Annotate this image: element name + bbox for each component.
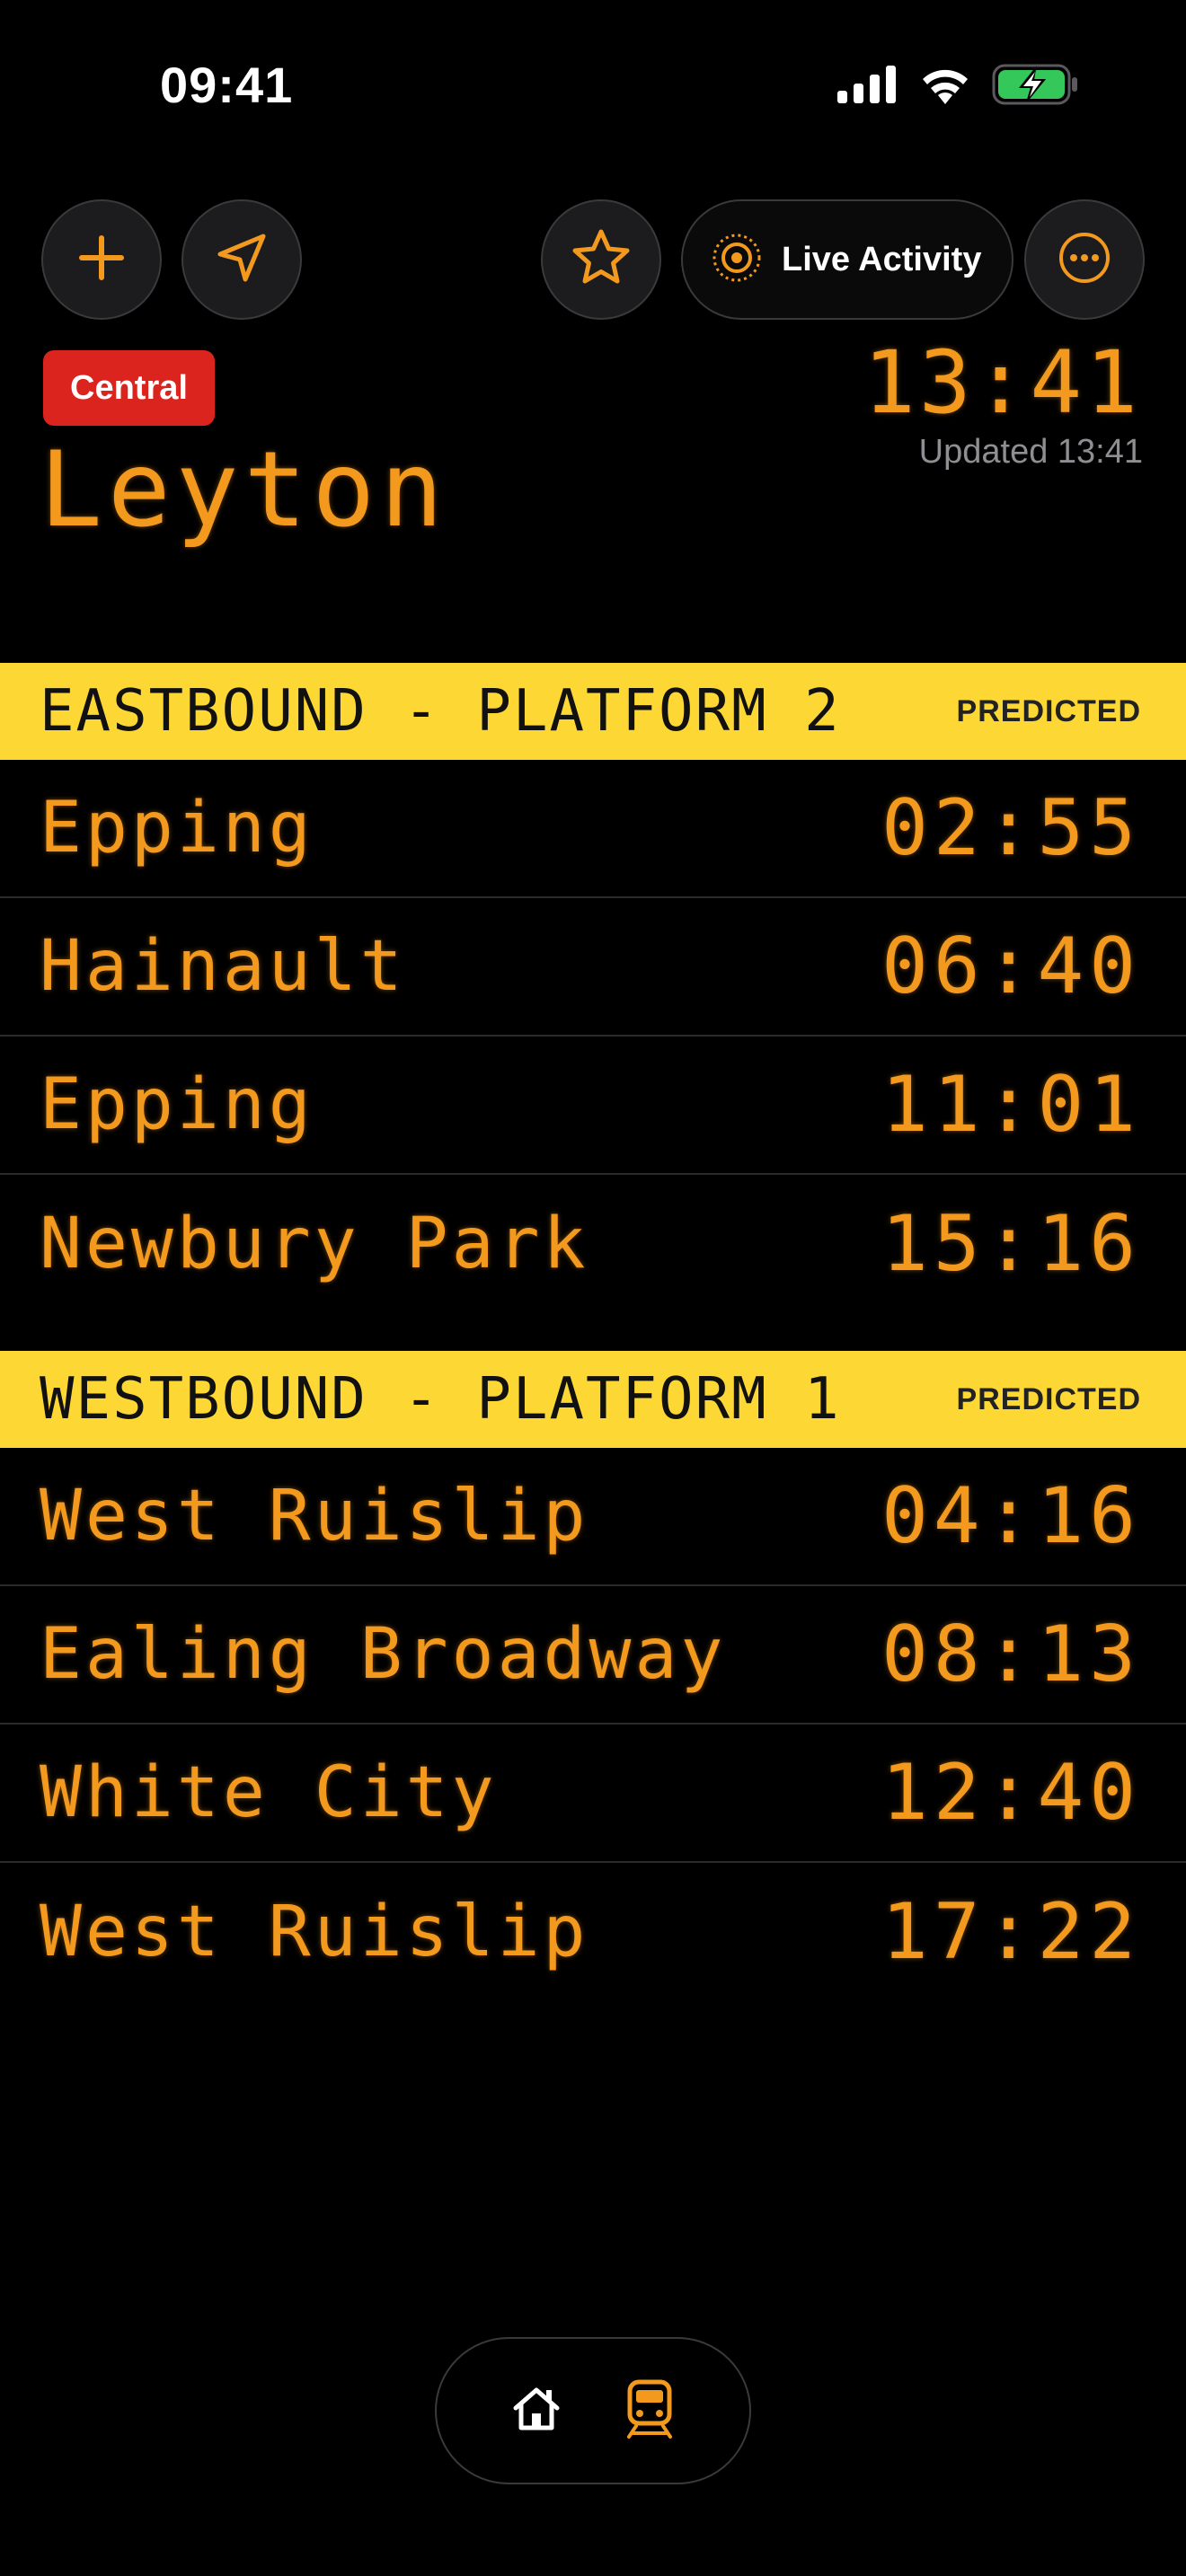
platform-title: EASTBOUND - PLATFORM 2 xyxy=(40,678,841,745)
updated-timestamp: Updated 13:41 xyxy=(918,433,1143,471)
plus-icon xyxy=(75,231,128,288)
station-name: Leyton xyxy=(40,429,449,551)
platform-header-eastbound: EASTBOUND - PLATFORM 2 PREDICTED xyxy=(0,663,1186,760)
destination: Ealing Broadway xyxy=(40,1614,727,1695)
prediction-status: PREDICTED xyxy=(956,693,1141,728)
current-clock: 13:41 xyxy=(863,332,1141,433)
departure-row[interactable]: Epping 02:55 xyxy=(0,760,1186,898)
tab-departures[interactable] xyxy=(609,2370,690,2451)
live-activity-label: Live Activity xyxy=(782,240,982,278)
cellular-signal-icon xyxy=(837,66,898,107)
eta: 04:16 xyxy=(881,1471,1141,1561)
battery-charging-icon xyxy=(992,64,1078,109)
departure-row[interactable]: Ealing Broadway 08:13 xyxy=(0,1586,1186,1725)
departure-row[interactable]: Epping 11:01 xyxy=(0,1037,1186,1175)
prediction-status: PREDICTED xyxy=(956,1381,1141,1416)
destination: West Ruislip xyxy=(40,1892,589,1972)
eta: 02:55 xyxy=(881,783,1141,873)
departure-row[interactable]: West Ruislip 04:16 xyxy=(0,1448,1186,1586)
destination: Epping xyxy=(40,788,314,869)
departure-row[interactable]: White City 12:40 xyxy=(0,1725,1186,1863)
ellipsis-icon xyxy=(1058,231,1111,288)
more-button[interactable] xyxy=(1024,199,1145,320)
star-icon xyxy=(570,226,633,293)
tab-bar xyxy=(435,2337,751,2484)
destination: Epping xyxy=(40,1064,314,1145)
platform-title: WESTBOUND - PLATFORM 1 xyxy=(40,1366,841,1433)
wifi-icon xyxy=(918,65,972,108)
destination: Newbury Park xyxy=(40,1204,589,1284)
status-time: 09:41 xyxy=(160,57,294,113)
favorite-button[interactable] xyxy=(541,199,661,320)
live-activity-icon xyxy=(710,231,764,288)
eta: 06:40 xyxy=(881,922,1141,1011)
departure-row[interactable]: Newbury Park 15:16 xyxy=(0,1175,1186,1313)
eta: 11:01 xyxy=(881,1060,1141,1150)
eta: 08:13 xyxy=(881,1610,1141,1699)
platform-header-westbound: WESTBOUND - PLATFORM 1 PREDICTED xyxy=(0,1351,1186,1448)
destination: White City xyxy=(40,1752,498,1833)
eta: 15:16 xyxy=(881,1199,1141,1289)
tab-home[interactable] xyxy=(496,2370,577,2451)
line-badge: Central xyxy=(43,350,215,426)
home-icon xyxy=(510,2383,562,2439)
departure-row[interactable]: West Ruislip 17:22 xyxy=(0,1863,1186,2001)
eta: 17:22 xyxy=(881,1887,1141,1977)
add-button[interactable] xyxy=(41,199,162,320)
departure-row[interactable]: Hainault 06:40 xyxy=(0,898,1186,1037)
location-arrow-icon xyxy=(213,229,270,290)
eta: 12:40 xyxy=(881,1748,1141,1838)
train-icon xyxy=(625,2379,674,2442)
destination: Hainault xyxy=(40,926,406,1007)
status-icons xyxy=(837,64,1078,109)
locate-button[interactable] xyxy=(181,199,302,320)
destination: West Ruislip xyxy=(40,1476,589,1557)
live-activity-button[interactable]: Live Activity xyxy=(681,199,1014,320)
